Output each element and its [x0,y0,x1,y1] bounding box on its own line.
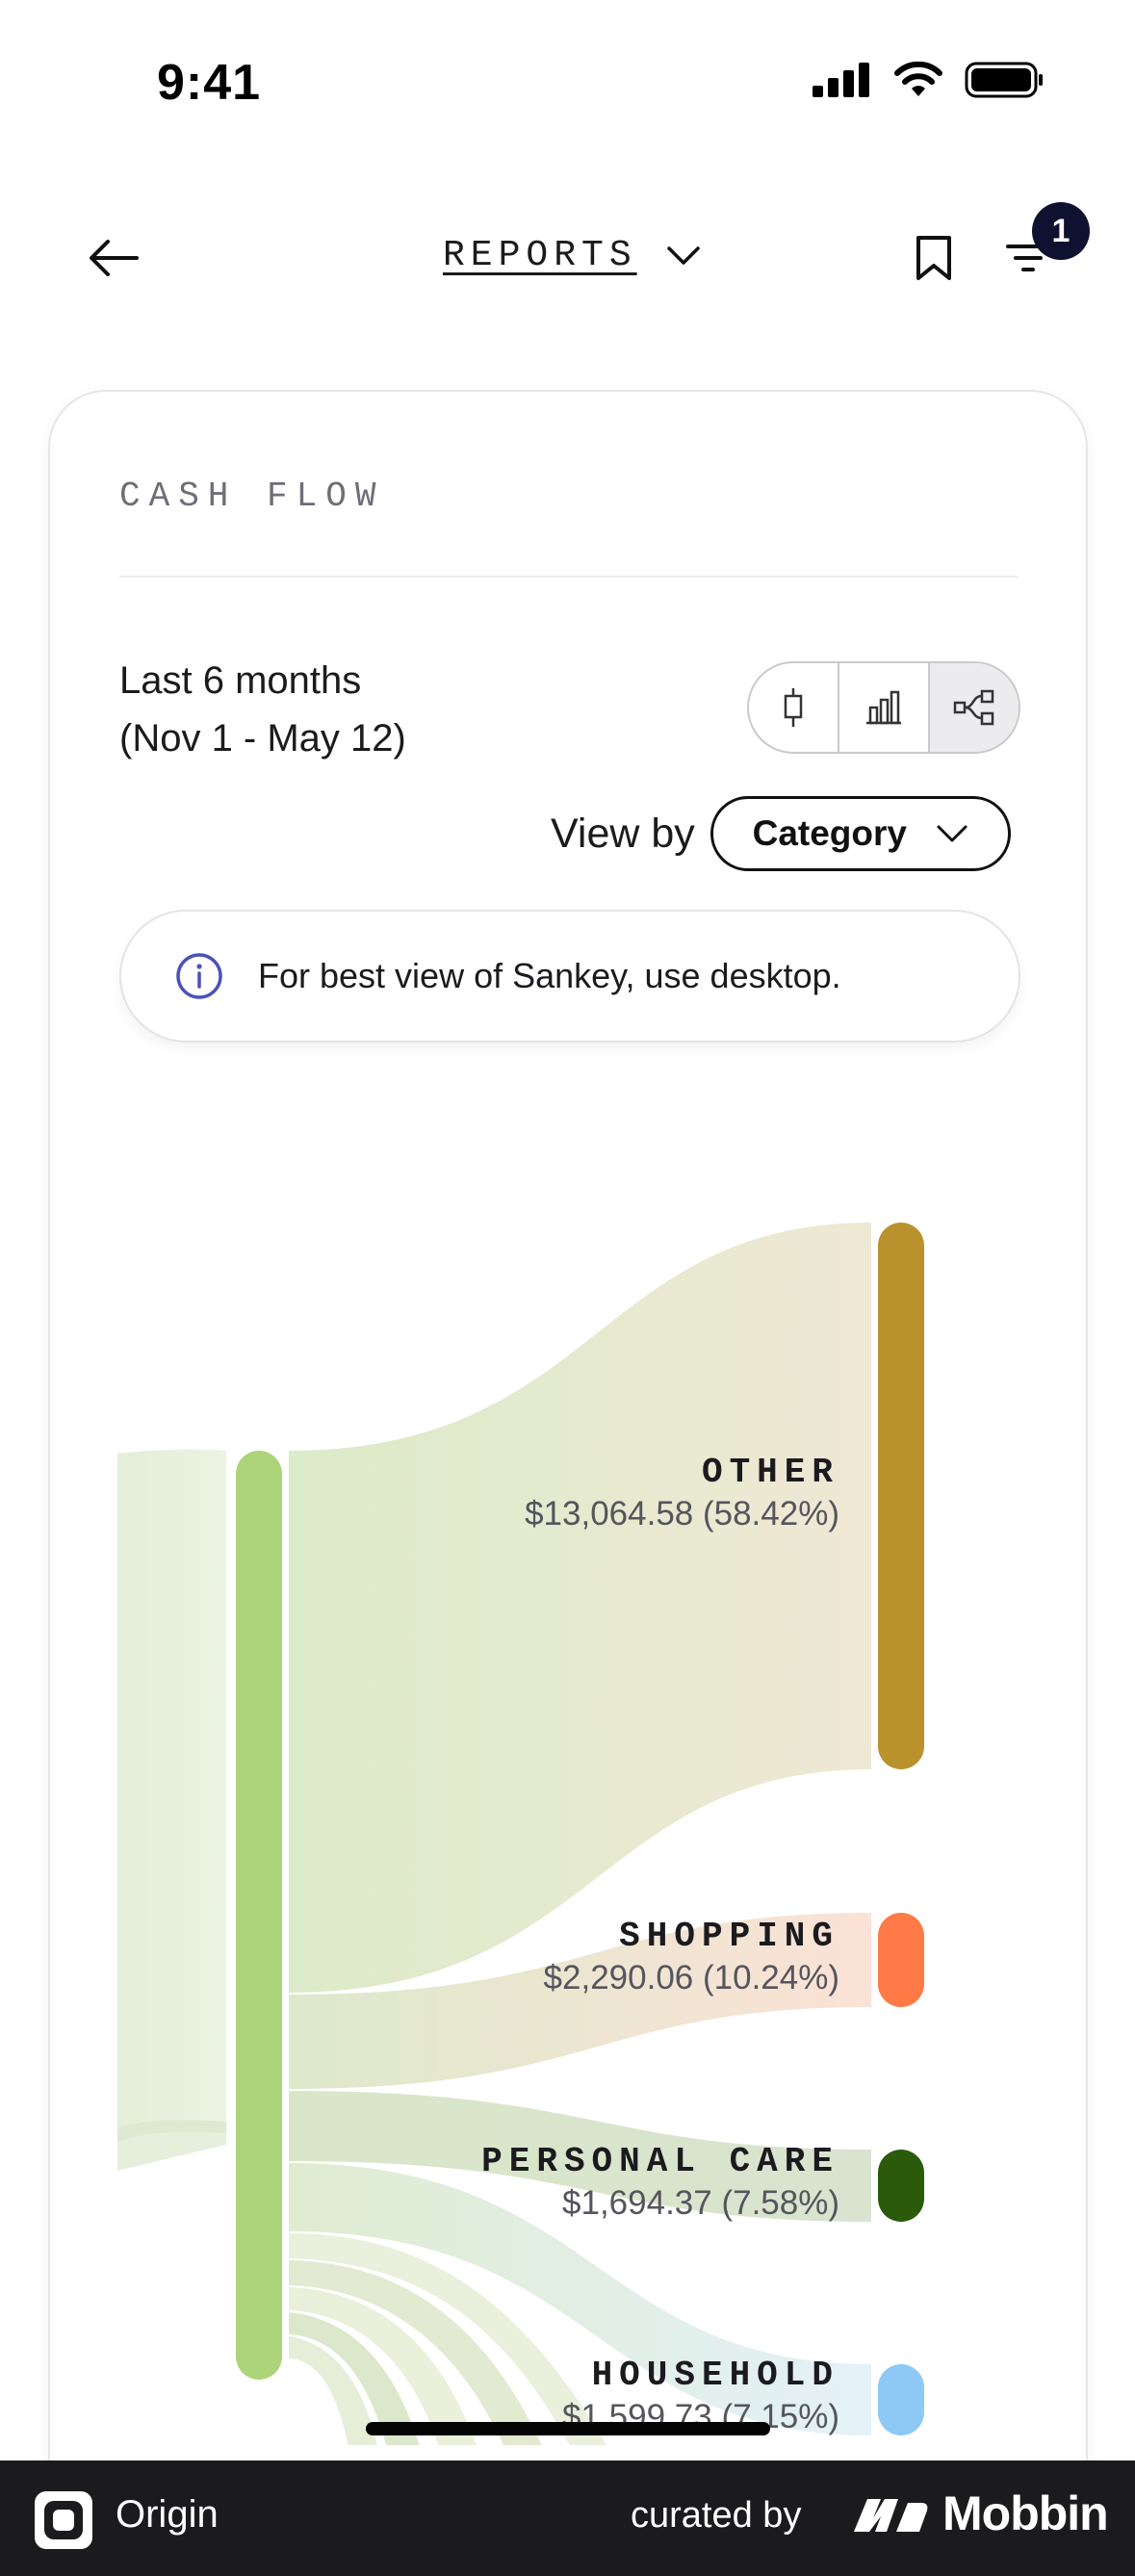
cash-flow-card: CASH FLOW Last 6 months (Nov 1 - May 12) [48,390,1088,2576]
info-icon [176,953,222,999]
footer-app-name: Origin [116,2493,219,2536]
chevron-down-icon [666,245,700,265]
bar-chart-icon [866,690,901,725]
sankey-chart-icon [953,689,994,726]
mobbin-brand: Mobbin [852,2486,1109,2541]
chart-type-toggle [747,661,1020,754]
bookmark-button[interactable] [905,229,963,287]
date-range-dates: (Nov 1 - May 12) [119,717,406,760]
battery-icon [965,62,1043,98]
date-range: Last 6 months (Nov 1 - May 12) [119,652,406,767]
filter-count-badge: 1 [1032,202,1090,260]
bookmark-icon [916,236,951,280]
sankey-view-button[interactable] [930,663,1019,752]
view-by-value: Category [752,813,907,853]
date-range-label: Last 6 months [119,659,362,702]
footer-curated-by: curated by [631,2495,802,2536]
arrow-left-icon [90,240,139,276]
chevron-down-icon [937,825,967,842]
divider [119,576,1019,578]
card-title: CASH FLOW [119,477,385,516]
home-indicator [366,2422,770,2435]
candlestick-chart-icon [784,688,803,727]
cellular-signal-icon [813,63,869,97]
status-time: 9:41 [157,55,262,111]
bar-view-button[interactable] [839,663,930,752]
nav-title: REPORTS [443,235,637,276]
footer-bar: Origin curated by Mobbin [0,2460,1135,2576]
top-nav: REPORTS [0,193,1135,318]
status-icons [813,62,1044,98]
reports-dropdown[interactable]: REPORTS [443,235,701,276]
mobbin-brand-text: Mobbin [942,2486,1109,2540]
origin-logo-icon [35,2491,92,2549]
view-by-row: View by Category [551,796,1011,871]
mobbin-logo-icon [854,2499,928,2532]
candlestick-view-button[interactable] [749,663,839,752]
back-button[interactable] [85,229,142,287]
view-by-label: View by [551,810,695,857]
wifi-icon [894,62,942,96]
view-by-select[interactable]: Category [709,796,1011,871]
status-bar: 9:41 [0,0,1135,164]
info-banner: For best view of Sankey, use desktop. [119,910,1020,1043]
info-text: For best view of Sankey, use desktop. [258,956,841,995]
